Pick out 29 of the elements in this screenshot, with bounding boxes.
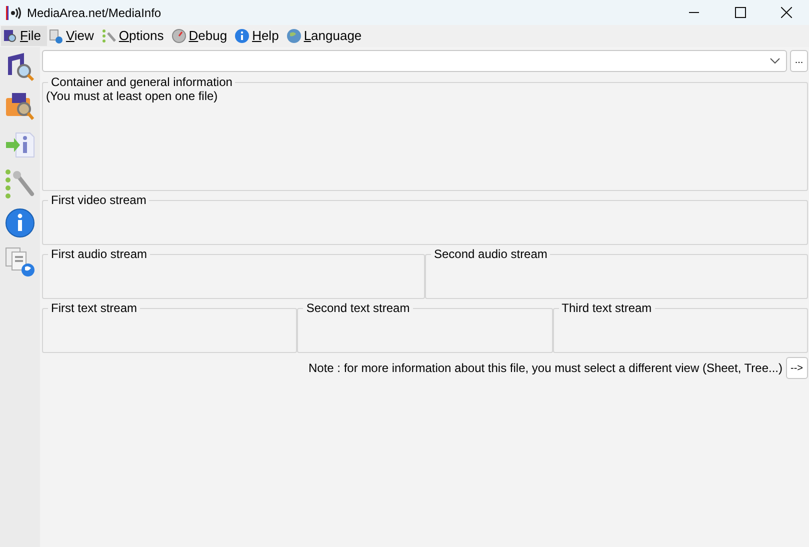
info-text: (You must at least open one file) (46, 89, 219, 103)
note-text: Note : for more information about this file, you must select a different view (Sheet, Tree...) (308, 360, 782, 377)
group-title: Container and general information (50, 75, 234, 89)
globe-icon (286, 28, 302, 44)
group-title: First video stream (50, 193, 148, 207)
group-title: First text stream (50, 301, 138, 315)
chevron-down-icon (770, 58, 780, 64)
maximize-icon (734, 7, 746, 18)
folder-search-icon[interactable] (4, 90, 36, 122)
menu-item[interactable]: View (46, 26, 100, 46)
menu-item[interactable]: Help (233, 26, 285, 46)
menu-item[interactable]: Language (284, 26, 368, 46)
menu-item[interactable]: Debug (170, 26, 234, 46)
more-info-button[interactable]: --> (786, 357, 808, 379)
group-title: Second text stream (305, 301, 411, 315)
group-title: Third text stream (560, 301, 653, 315)
documents-globe-icon[interactable] (4, 246, 36, 278)
info-icon (234, 28, 250, 44)
group-title: Second audio stream (433, 247, 548, 261)
menu-item[interactable]: File (1, 26, 47, 46)
info-icon[interactable] (4, 207, 36, 239)
documents-icon (48, 28, 64, 44)
group-title: First audio stream (50, 247, 148, 261)
window-title: MediaArea.net/MediaInfo (27, 4, 162, 22)
browse-button[interactable]: ... (790, 50, 808, 72)
app-logo-icon (6, 4, 22, 20)
close-icon (780, 7, 792, 18)
gauge-icon (170, 28, 187, 44)
menu-item[interactable]: Options (100, 26, 170, 46)
